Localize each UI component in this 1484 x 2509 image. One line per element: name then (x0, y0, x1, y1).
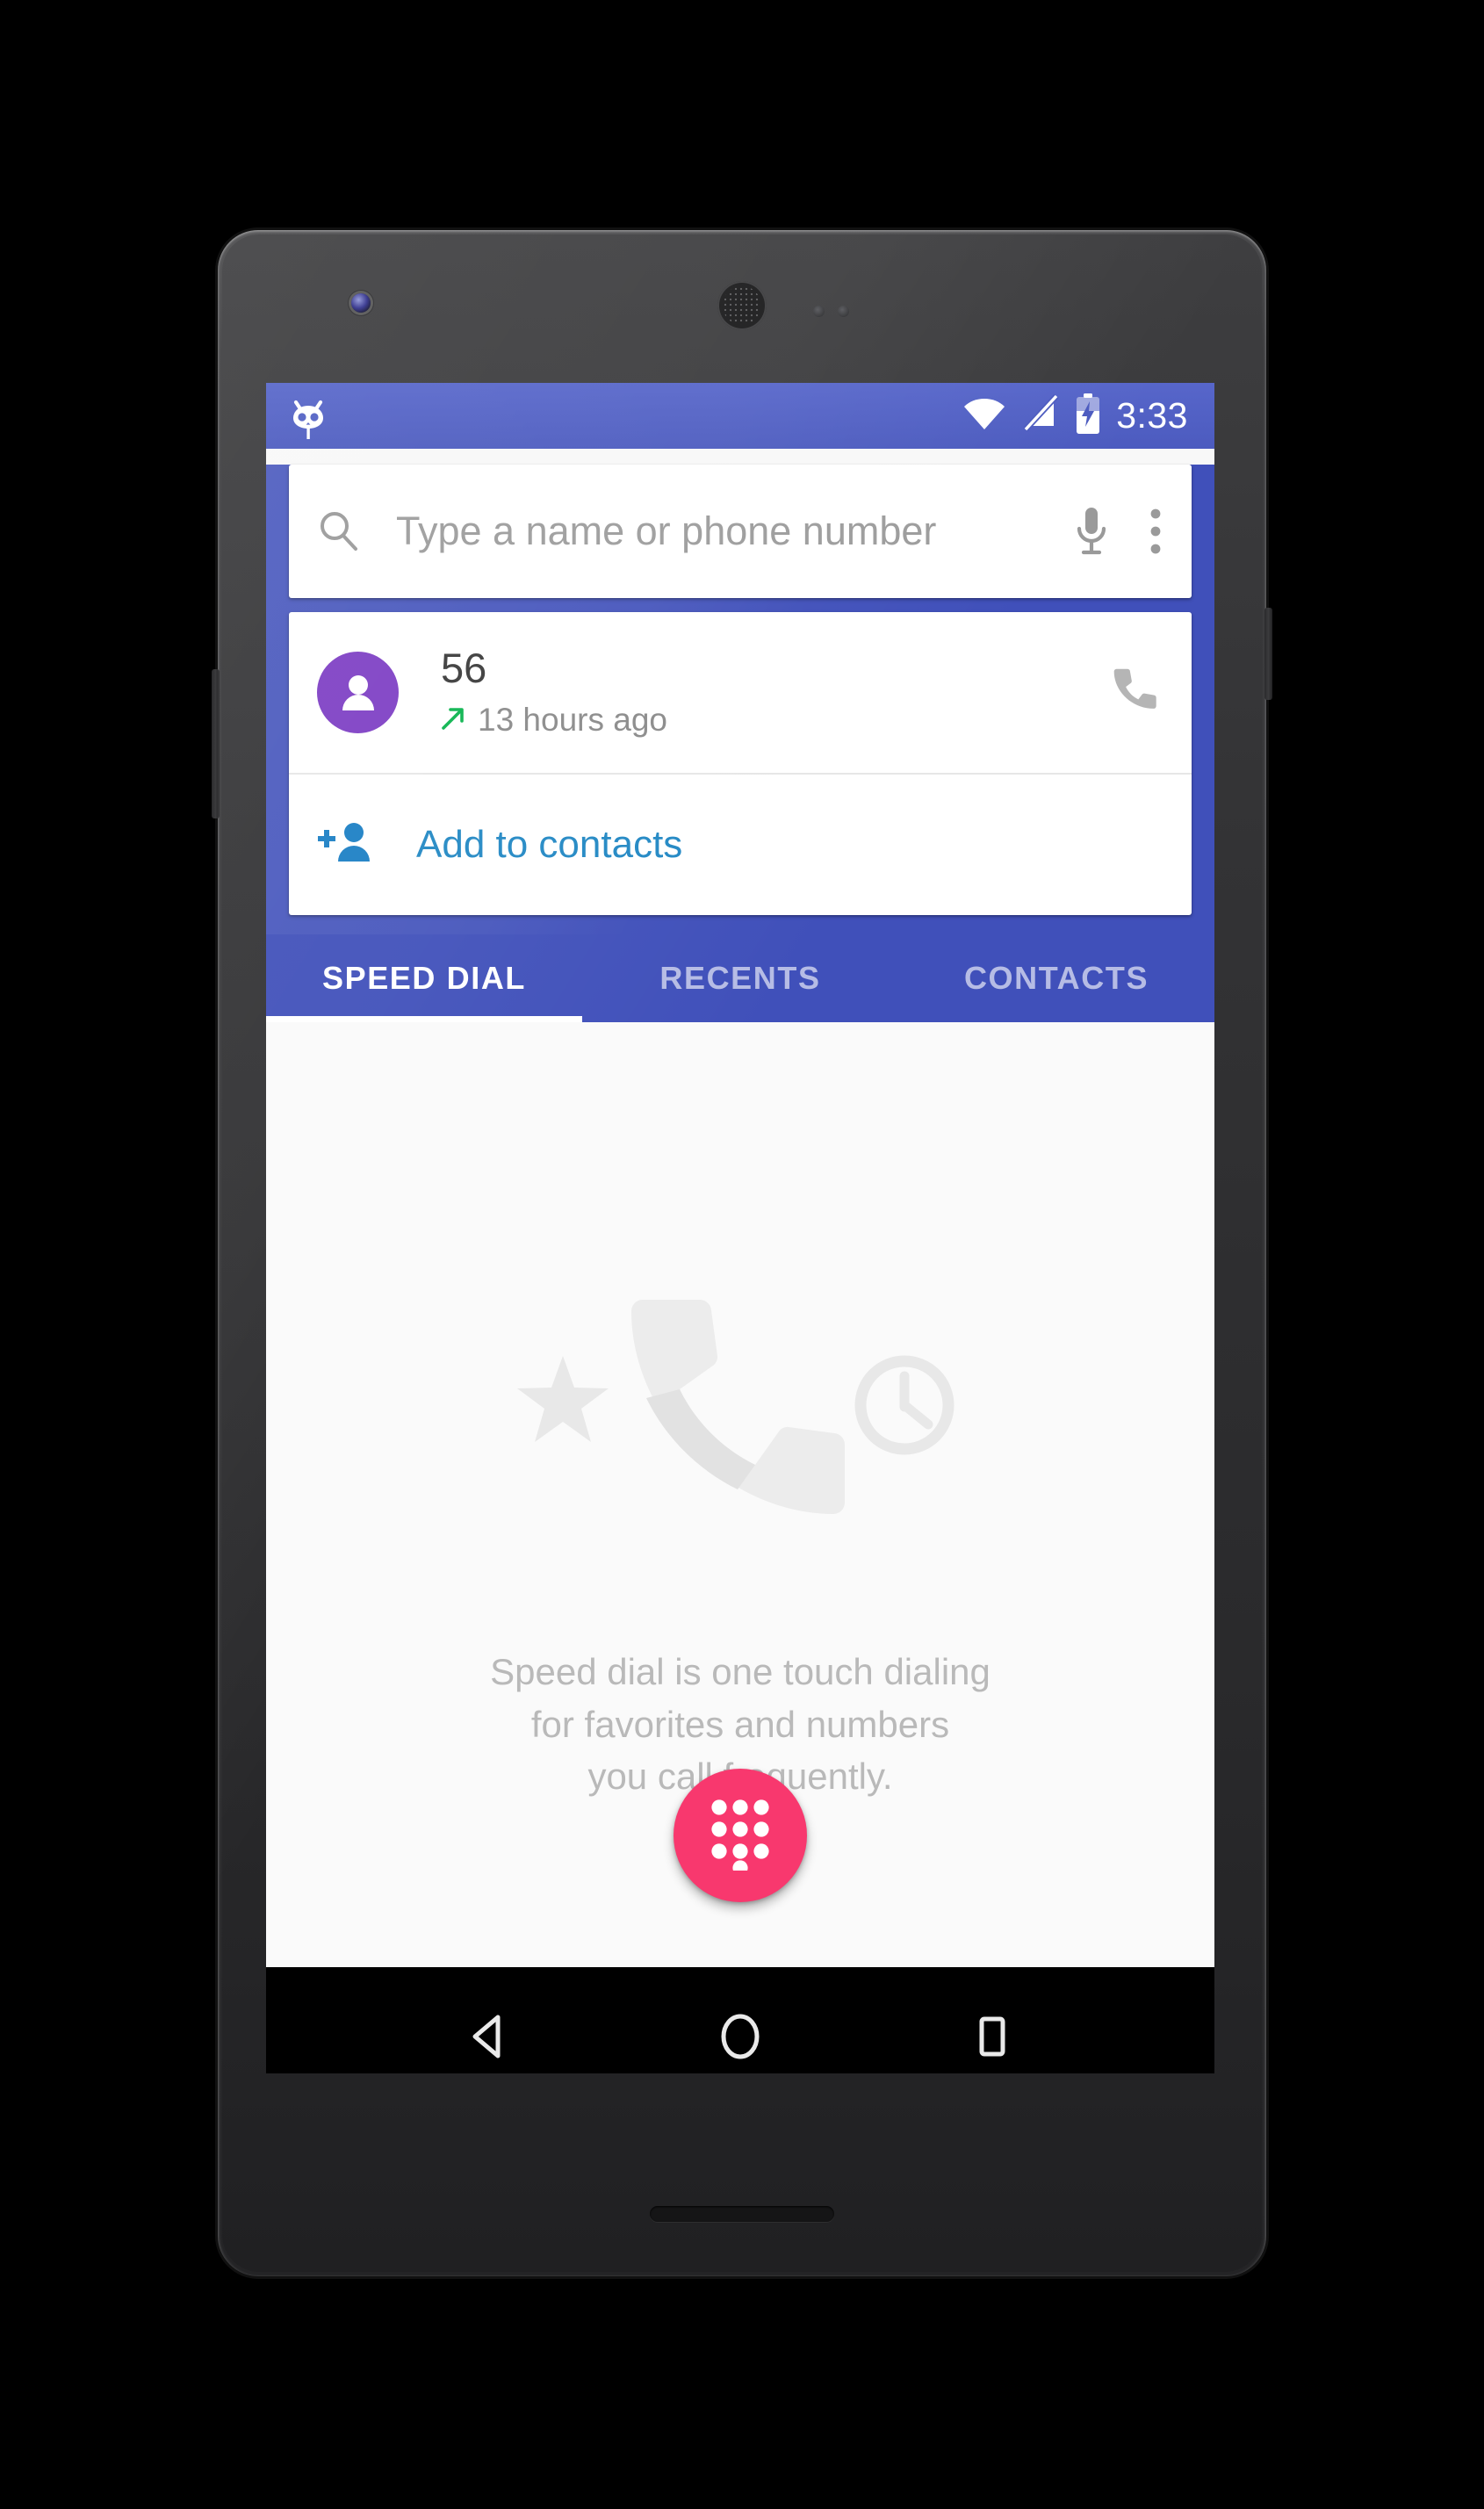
search-input[interactable] (396, 508, 1074, 554)
clock-icon (854, 1355, 955, 1455)
contact-result-card: 56 13 hours ago Add to contacts (289, 612, 1192, 915)
power-button[interactable] (1264, 608, 1272, 700)
volume-button[interactable] (212, 669, 220, 818)
contact-row[interactable]: 56 13 hours ago (289, 612, 1192, 773)
phone-call-icon[interactable] (1107, 665, 1158, 720)
phone-handset-icon (630, 1300, 845, 1514)
empty-state-line-1: Speed dial is one touch dialing (490, 1651, 991, 1692)
bottom-speaker-grill (650, 2206, 834, 2222)
speed-dial-content: Speed dial is one touch dialing for favo… (266, 1022, 1214, 1967)
search-icon (315, 508, 363, 555)
add-to-contacts-row[interactable]: Add to contacts (289, 775, 1192, 915)
tab-contacts[interactable]: CONTACTS (898, 934, 1214, 1022)
dialpad-icon (707, 1797, 774, 1876)
back-triangle-icon[interactable] (436, 1984, 541, 2073)
dialpad-fab-button[interactable] (674, 1769, 807, 1902)
add-person-icon (317, 819, 375, 871)
phone-device: 3:33 Type a name or phone number 56 13 h… (212, 230, 1272, 2276)
outgoing-call-arrow-icon (441, 706, 465, 735)
recents-square-icon[interactable] (940, 1984, 1045, 2073)
home-circle-icon[interactable] (688, 1984, 793, 2073)
contact-name: 56 (441, 644, 487, 691)
status-bar: 3:33 (266, 383, 1214, 449)
star-icon (517, 1356, 609, 1442)
navigation-bar (266, 1967, 1214, 2073)
dialer-header: 56 13 hours ago (266, 465, 1214, 934)
phone-screen: 3:33 Type a name or phone number 56 13 h… (266, 383, 1214, 2073)
cyanogenmod-logo-icon (289, 395, 328, 441)
clock-time: 3:33 (1116, 395, 1188, 436)
tab-speed-dial[interactable]: SPEED DIAL (266, 934, 582, 1022)
wifi-icon (962, 396, 1006, 436)
empty-state-artwork (494, 1284, 986, 1534)
person-avatar-icon (317, 652, 399, 733)
battery-charging-icon (1075, 393, 1101, 438)
add-to-contacts-label: Add to contacts (416, 823, 683, 866)
overflow-menu-icon[interactable] (1149, 508, 1162, 555)
front-camera-icon (838, 306, 849, 317)
empty-state-line-2: for favorites and numbers (530, 1703, 950, 1745)
call-time-ago: 13 hours ago (478, 702, 668, 739)
front-sensor-led-icon (351, 293, 371, 313)
proximity-sensor-icon (813, 306, 825, 317)
earpiece-speaker (717, 281, 767, 330)
contact-subtitle: 13 hours ago (441, 702, 1107, 739)
search-bar[interactable] (289, 465, 1192, 598)
tab-bar: SPEED DIAL RECENTS CONTACTS (266, 934, 1214, 1031)
contact-details: 56 13 hours ago (441, 644, 1107, 739)
status-bar-indicators: 3:33 (962, 393, 1188, 438)
microphone-icon[interactable] (1074, 506, 1109, 557)
signal-off-icon (1021, 393, 1060, 437)
tab-recents[interactable]: RECENTS (582, 934, 898, 1022)
